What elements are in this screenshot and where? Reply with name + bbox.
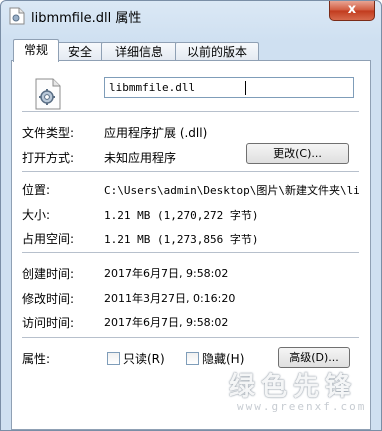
size-on-disk-label: 占用空间:: [22, 232, 75, 246]
open-with-label: 打开方式:: [22, 151, 75, 165]
modified-value: 2011年3月27日, 0:16:20: [104, 292, 236, 305]
hidden-checkbox[interactable]: [186, 352, 199, 365]
accessed-label: 访问时间:: [22, 316, 75, 330]
advanced-button[interactable]: 高级(D)...: [278, 347, 350, 368]
tab-previous-versions[interactable]: 以前的版本: [175, 42, 259, 61]
file-type-value: 应用程序扩展 (.dll): [104, 126, 208, 140]
properties-window: libmmfile.dll 属性 x 常规 安全 详细信息 以前的版本 libm…: [0, 0, 382, 431]
close-icon: x: [347, 2, 357, 17]
tab-details[interactable]: 详细信息: [101, 42, 177, 61]
title-bar[interactable]: libmmfile.dll 属性 x: [1, 1, 381, 31]
divider: [22, 252, 359, 253]
change-button[interactable]: 更改(C)...: [246, 143, 349, 164]
created-value: 2017年6月7日, 9:58:02: [104, 267, 229, 280]
divider: [22, 111, 359, 112]
close-button[interactable]: x: [329, 1, 375, 21]
file-type-label: 文件类型:: [22, 126, 75, 140]
readonly-label[interactable]: 只读(R): [123, 350, 165, 367]
tab-general[interactable]: 常规: [13, 39, 59, 62]
modified-label: 修改时间:: [22, 292, 75, 306]
watermark-url: www.greenxf.com: [237, 400, 367, 413]
attributes-label: 属性:: [22, 352, 51, 366]
location-value: C:\Users\admin\Desktop\图片\新建文件夹\li: [104, 184, 360, 197]
watermark: 绿色先锋 www.greenxf.com: [225, 366, 365, 416]
size-label: 大小:: [22, 208, 51, 222]
text-caret: [245, 81, 246, 95]
size-on-disk-value: 1.21 MB (1,273,856 字节): [104, 233, 259, 246]
watermark-text: 绿色先锋: [229, 372, 358, 402]
divider: [22, 171, 359, 172]
dll-file-icon: [35, 78, 61, 110]
file-name-value: libmmfile.dll: [109, 81, 196, 94]
open-with-value: 未知应用程序: [104, 151, 177, 165]
readonly-checkbox[interactable]: [107, 352, 120, 365]
tab-security[interactable]: 安全: [57, 42, 103, 61]
size-value: 1.21 MB (1,270,272 字节): [104, 209, 259, 222]
divider: [22, 337, 359, 338]
location-label: 位置:: [22, 183, 51, 197]
window-title: libmmfile.dll 属性: [31, 11, 142, 26]
created-label: 创建时间:: [22, 267, 75, 281]
accessed-value: 2017年6月7日, 9:58:02: [104, 316, 229, 329]
file-icon: [9, 7, 25, 25]
file-name-input[interactable]: libmmfile.dll: [104, 77, 354, 98]
hidden-label[interactable]: 隐藏(H): [202, 350, 244, 367]
